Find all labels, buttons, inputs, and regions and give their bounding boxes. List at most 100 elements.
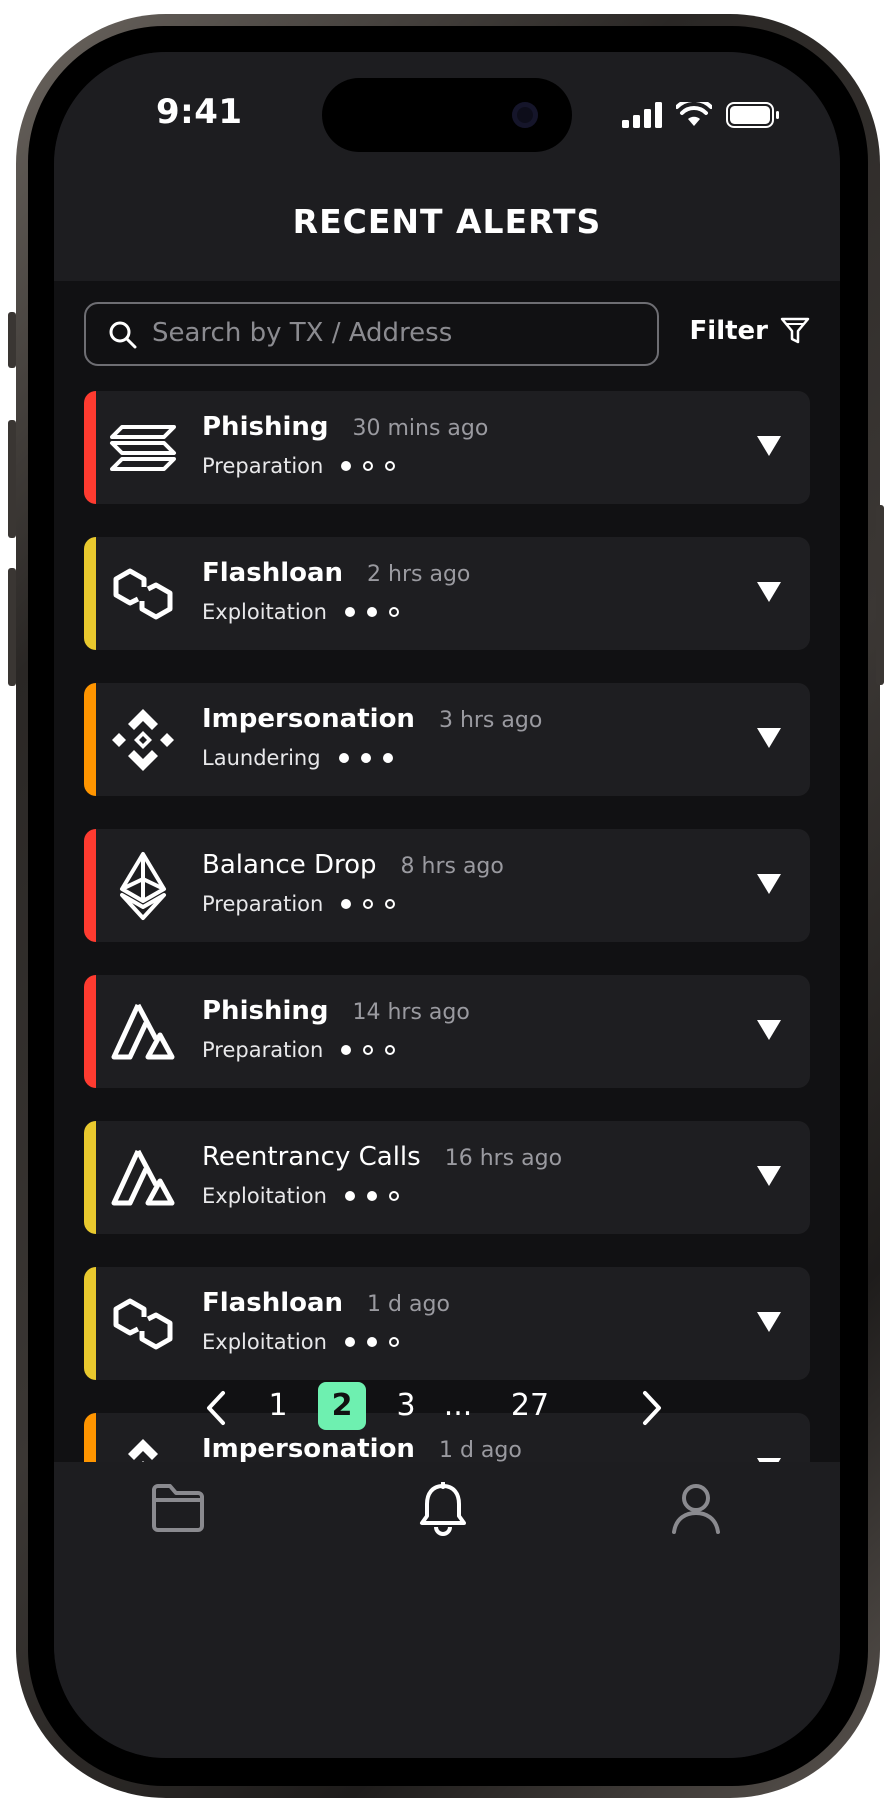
alert-title-row: Phishing 30 mins ago <box>202 412 488 442</box>
search-input[interactable]: Search by TX / Address <box>84 302 659 366</box>
alert-title-row: Balance Drop 8 hrs ago <box>202 850 504 880</box>
signal-icon <box>622 102 662 128</box>
alert-title-row: Impersonation 3 hrs ago <box>202 704 542 734</box>
alert-stage-row: Exploitation <box>202 1184 399 1208</box>
severity-dot <box>388 1337 399 1347</box>
page-button-current[interactable]: 2 <box>318 1382 366 1430</box>
tab-profile[interactable] <box>670 1482 722 1538</box>
severity-accent-bar <box>84 1267 96 1380</box>
alert-type: Flashloan <box>202 1288 344 1318</box>
severity-accent-bar <box>84 1121 96 1234</box>
alert-stage-row: Preparation <box>202 454 396 478</box>
severity-dot <box>388 1191 399 1201</box>
severity-dot <box>363 461 374 471</box>
alert-type: Flashloan <box>202 558 344 588</box>
page-ellipsis: ... <box>443 1388 473 1423</box>
severity-dot <box>363 1045 374 1055</box>
alert-card[interactable]: Balance Drop 8 hrs ago Preparation <box>84 829 810 942</box>
severity-dot <box>341 1045 352 1055</box>
app-screen: 9:41 RECENT ALERTS Search by TX / Addres… <box>54 52 840 1758</box>
severity-indicator <box>344 1191 399 1201</box>
page-button[interactable]: 3 <box>382 1382 430 1430</box>
alert-card[interactable]: Phishing 14 hrs ago Preparation <box>84 975 810 1088</box>
expand-arrow-icon[interactable] <box>756 1019 782 1041</box>
severity-accent-bar <box>84 391 96 504</box>
severity-dot <box>363 899 374 909</box>
page-button[interactable]: 27 <box>490 1382 570 1430</box>
alert-card[interactable]: Impersonation 3 hrs ago Laundering <box>84 683 810 796</box>
polygon-icon <box>108 1289 178 1359</box>
header: 9:41 RECENT ALERTS <box>54 52 840 281</box>
expand-arrow-icon[interactable] <box>756 1311 782 1333</box>
alert-stage-row: Exploitation <box>202 1330 399 1354</box>
severity-dot <box>344 1191 355 1201</box>
status-icons <box>622 100 780 130</box>
severity-indicator <box>341 1045 396 1055</box>
severity-accent-bar <box>84 683 96 796</box>
alert-type: Phishing <box>202 996 329 1026</box>
alert-title-row: Flashloan 2 hrs ago <box>202 558 470 588</box>
severity-dot <box>385 1045 396 1055</box>
alert-stage: Exploitation <box>202 1330 327 1354</box>
severity-accent-bar <box>84 537 96 650</box>
severity-dot <box>341 461 352 471</box>
expand-arrow-icon[interactable] <box>756 581 782 603</box>
alert-stage-row: Preparation <box>202 892 396 916</box>
alert-stage-row: Exploitation <box>202 600 399 624</box>
severity-dot <box>385 899 396 909</box>
alert-card[interactable]: Reentrancy Calls 16 hrs ago Exploitation <box>84 1121 810 1234</box>
alert-time: 8 hrs ago <box>400 854 504 879</box>
alert-time: 2 hrs ago <box>367 562 471 587</box>
alert-stage-row: Preparation <box>202 1038 396 1062</box>
expand-arrow-icon[interactable] <box>756 1165 782 1187</box>
search-row: Search by TX / Address Filter <box>84 302 810 370</box>
severity-dot <box>366 607 377 617</box>
severity-dot <box>366 1337 377 1347</box>
severity-dot <box>388 607 399 617</box>
severity-dot <box>382 753 393 763</box>
alert-time: 3 hrs ago <box>438 708 543 733</box>
polygon-icon <box>108 559 178 629</box>
severity-dot <box>338 753 349 763</box>
alert-stage-row: Laundering <box>202 746 393 770</box>
alert-title-row: Impersonation 1 d ago <box>202 1434 522 1464</box>
alert-type: Impersonation <box>202 1434 415 1464</box>
folder-icon <box>152 1484 204 1532</box>
alert-card[interactable]: Phishing 30 mins ago Preparation <box>84 391 810 504</box>
alert-stage: Preparation <box>202 1038 324 1062</box>
tab-alerts[interactable] <box>418 1481 468 1540</box>
filter-icon <box>780 317 810 344</box>
alert-title-row: Flashloan 1 d ago <box>202 1288 450 1318</box>
expand-arrow-icon[interactable] <box>756 873 782 895</box>
alert-time: 30 mins ago <box>352 416 489 441</box>
prev-page-icon[interactable] <box>204 1390 228 1426</box>
volume-up-button <box>8 420 16 538</box>
next-page-icon[interactable] <box>640 1390 664 1426</box>
tab-folder[interactable] <box>150 1482 206 1538</box>
alert-type: Balance Drop <box>202 850 377 880</box>
expand-arrow-icon[interactable] <box>756 727 782 749</box>
near-icon <box>108 1143 178 1213</box>
severity-dot <box>344 1337 355 1347</box>
tab-bar <box>54 1462 840 1758</box>
alert-time: 14 hrs ago <box>352 1000 470 1025</box>
severity-dot <box>366 1191 377 1201</box>
search-placeholder: Search by TX / Address <box>152 318 453 348</box>
alert-card[interactable]: Flashloan 2 hrs ago Exploitation <box>84 537 810 650</box>
severity-indicator <box>344 1337 399 1347</box>
severity-indicator <box>341 899 396 909</box>
filter-label: Filter <box>689 316 768 346</box>
filter-button[interactable]: Filter <box>690 316 810 346</box>
severity-accent-bar <box>84 829 96 942</box>
wifi-icon <box>676 102 712 126</box>
severity-indicator <box>341 461 396 471</box>
severity-indicator <box>344 607 399 617</box>
bell-icon <box>420 1481 466 1536</box>
pagination: 1 2 3 ... 27 <box>54 1382 840 1434</box>
ethereum-icon <box>108 851 178 921</box>
alert-card[interactable]: Flashloan 1 d ago Exploitation <box>84 1267 810 1380</box>
expand-arrow-icon[interactable] <box>756 435 782 457</box>
alert-title-row: Reentrancy Calls 16 hrs ago <box>202 1142 562 1172</box>
page-button[interactable]: 1 <box>254 1382 302 1430</box>
severity-dot <box>385 461 396 471</box>
